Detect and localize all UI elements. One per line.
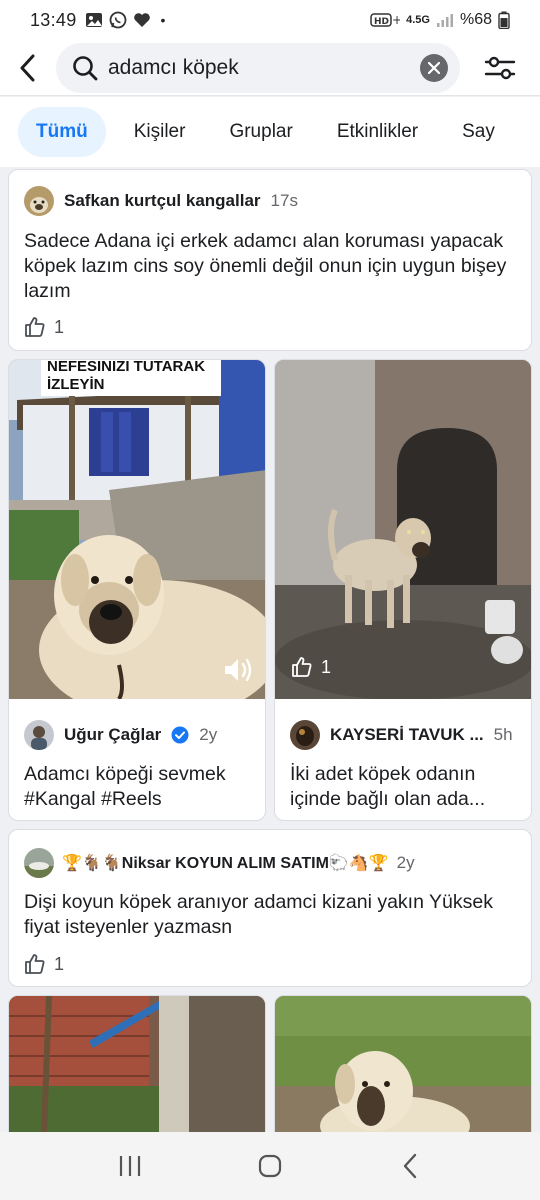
search-header: [0, 40, 540, 96]
battery-icon: [498, 11, 510, 29]
search-icon: [73, 55, 98, 80]
status-bar: 13:49 • HD + 4.5G %68: [0, 0, 540, 40]
thumbs-up-icon: [292, 657, 312, 677]
filter-tabs: Tümü Kişiler Gruplar Etkinlikler Say: [0, 97, 540, 167]
hd-voice-icon: HD +: [370, 13, 400, 27]
like-count: 1: [24, 953, 64, 975]
reel-author[interactable]: Uğur Çağlar: [64, 725, 161, 745]
heart-icon: [133, 13, 150, 27]
post-author[interactable]: Safkan kurtçul kangallar: [64, 191, 261, 211]
filter-sliders-icon: [484, 56, 516, 79]
svg-text:+: +: [392, 13, 400, 27]
filter-button[interactable]: [460, 40, 540, 96]
post-card[interactable]: 🏆🐐🐐Niksar KOYUN ALIM SATIM🐑🐴🏆 2y Dişi ko…: [8, 829, 532, 987]
tab-all[interactable]: Tümü: [18, 107, 106, 157]
reel-thumbnail[interactable]: [9, 360, 265, 699]
tab-groups[interactable]: Gruplar: [207, 107, 314, 157]
reel-like-count: 1: [291, 656, 331, 678]
post-text: Dişi koyun köpek aranıyor adamci kizani …: [24, 891, 493, 938]
recent-apps-button[interactable]: [100, 1136, 160, 1196]
post-card[interactable]: Safkan kurtçul kangallar 17s Sadece Adan…: [8, 169, 532, 351]
dog-room-image: [275, 360, 531, 699]
signal-icon: [436, 14, 453, 27]
avatar[interactable]: [24, 186, 54, 216]
dog-house-image: [9, 360, 265, 699]
post-text: Sadece Adana içi erkek adamcı alan korum…: [24, 230, 507, 302]
speaker-icon: [225, 658, 252, 682]
home-icon: [258, 1154, 282, 1178]
like-count: 1: [24, 316, 64, 338]
svg-text:HD: HD: [374, 17, 389, 27]
reel-time: 2y: [199, 725, 218, 744]
system-navigation-bar: [0, 1132, 540, 1200]
reel-thumbnail[interactable]: [275, 360, 531, 699]
avatar[interactable]: [24, 848, 54, 878]
avatar[interactable]: [24, 720, 54, 750]
system-back-button[interactable]: [380, 1136, 440, 1196]
reel-card[interactable]: [8, 995, 266, 1132]
reel-caption: Adamcı köpeği sevmek #Kangal #Reels: [24, 763, 226, 810]
post-author[interactable]: 🏆🐐🐐Niksar KOYUN ALIM SATIM🐑🐴🏆: [62, 853, 389, 873]
home-button[interactable]: [240, 1136, 300, 1196]
dog-field-image: [275, 996, 531, 1132]
sound-button[interactable]: [219, 650, 259, 690]
network-type: 4.5G: [406, 14, 430, 26]
tab-people[interactable]: Kişiler: [112, 107, 208, 157]
like-count-value: 1: [54, 953, 65, 974]
reel-card[interactable]: 1 KAYSERİ TAVUK ... 5h İki adet köpek od…: [274, 359, 532, 821]
close-icon: [428, 61, 440, 74]
tab-pages[interactable]: Say: [440, 107, 517, 157]
post-time: 2y: [396, 853, 415, 872]
farm-yard-image: [9, 996, 265, 1132]
reel-card[interactable]: NEFESİNİZİ TUTARAK İZLEYİN Uğur Çağlar 2…: [8, 359, 266, 821]
tab-events[interactable]: Etkinlikler: [315, 107, 440, 157]
chevron-left-icon: [403, 1153, 417, 1179]
thumbs-up-icon: [25, 954, 45, 974]
reel-like-value: 1: [321, 656, 332, 677]
whatsapp-icon: [109, 11, 126, 29]
clear-search-button[interactable]: [420, 53, 448, 82]
back-arrow-icon: [20, 54, 35, 81]
reel-author[interactable]: KAYSERİ TAVUK ...: [330, 725, 484, 745]
status-dot: •: [160, 12, 166, 28]
reel-caption: İki adet köpek odanın içinde bağlı olan …: [290, 763, 486, 810]
avatar[interactable]: [290, 720, 320, 750]
search-box[interactable]: [56, 42, 460, 93]
post-time: 17s: [270, 191, 298, 210]
reel-time: 5h: [493, 725, 513, 744]
verified-badge-icon: [171, 726, 189, 744]
reel-overlay-text: NEFESİNİZİ TUTARAK İZLEYİN: [41, 360, 221, 396]
like-count-value: 1: [54, 316, 65, 337]
search-input[interactable]: [108, 55, 420, 80]
battery-percent: %68: [459, 11, 492, 28]
recent-apps-icon: [119, 1156, 141, 1176]
back-button[interactable]: [0, 40, 56, 96]
thumbs-up-icon: [25, 317, 45, 337]
reel-card[interactable]: [274, 995, 532, 1132]
status-time: 13:49: [30, 9, 77, 30]
gallery-icon: [85, 13, 102, 27]
